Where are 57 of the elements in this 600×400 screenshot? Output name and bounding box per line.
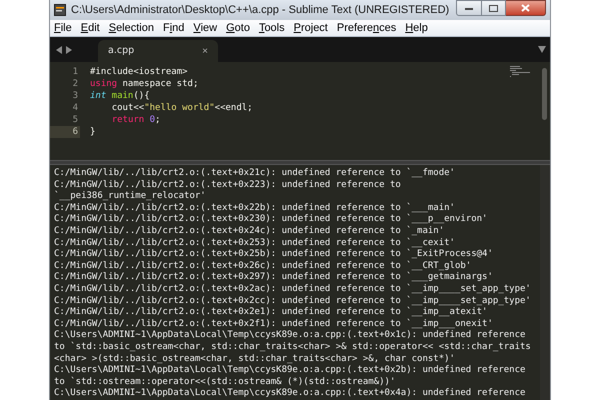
- output-line: C:/MinGW/lib/../lib/crt2.o:(.text+0x230): undefined reference to `___p__environ': [54, 214, 488, 226]
- menu-item[interactable]: Tools: [258, 20, 285, 36]
- output-line: C:/MinGW/lib/../lib/crt2.o:(.text+0x22b): undefined reference to `___main': [54, 202, 456, 214]
- dropdown-icon[interactable]: [538, 46, 546, 53]
- output-line: C:/MinGW/lib/../lib/crt2.o:(.text+0x26c): undefined reference to `__CRT_glob': [54, 260, 472, 272]
- line-number: 2: [72, 78, 79, 90]
- maximize-icon: [489, 4, 498, 12]
- minimize-button[interactable]: [456, 0, 482, 16]
- menu-item[interactable]: Project: [294, 20, 328, 36]
- output-line: `__pei386_runtime_relocator': [54, 191, 207, 203]
- tab-close-button[interactable]: ×: [202, 44, 208, 58]
- output-line: C:/MinGW/lib/../lib/crt2.o:(.text+0x223): undefined reference to: [54, 180, 402, 190]
- code-line: int main(){: [90, 90, 151, 102]
- scrollbar-thumb[interactable]: [542, 68, 547, 120]
- line-number: 1: [72, 66, 79, 78]
- menu-item[interactable]: Help: [405, 20, 428, 36]
- code-line: return 0;: [110, 114, 162, 126]
- previous-tab-icon[interactable]: [56, 46, 62, 54]
- menu-item[interactable]: Preferences: [336, 20, 396, 36]
- line-number: 4: [72, 102, 79, 114]
- line-number: 3: [72, 90, 79, 102]
- output-line: C:/MinGW/lib/../lib/crt2.o:(.text+0x297): undefined reference to `___getmainargs': [54, 272, 494, 284]
- output-line: <char> >(std::basic_ostream<char, std::char_traits<char> >&, char const*)': [54, 354, 456, 365]
- output-line: C:\Users\ADMINI~1\AppData\Local\Temp\ccysK89e.o:a.cpp:(.text+0x2b): undefined reference: [54, 365, 526, 376]
- app-icon: [54, 4, 66, 16]
- output-line: C:/MinGW/lib/../lib/crt2.o:(.text+0x2e1): undefined reference to `__imp__atexit': [54, 307, 488, 318]
- code-line: #include<iostream>: [90, 66, 189, 78]
- file-tab[interactable]: a.cpp ×: [98, 40, 218, 62]
- output-line: to `std::basic_ostream<char, std::char_traits<char> >& std::operator<< <std::char_traits: [54, 342, 532, 354]
- menu-item[interactable]: File: [54, 20, 72, 36]
- minimap-drawing: [510, 66, 532, 78]
- output-line: C:/MinGW/lib/../lib/crt2.o:(.text+0x253): undefined reference to `__cexit': [54, 238, 456, 248]
- output-line: C:/MinGW/lib/../lib/crt2.o:(.text+0x2ac): undefined reference to `__imp____set_app_type': [54, 284, 532, 296]
- output-line: C:\Users\ADMINI~1\AppData\Local\Temp\ccysK89e.o:a.cpp:(.text+0x1c): undefined reference: [54, 330, 526, 342]
- output-line: C:/MinGW/lib/../lib/crt2.o:(.text+0x25b): undefined reference to `_ExitProcess@4': [54, 249, 494, 260]
- window-title: C:\Users\Administrator\Desktop\C++\a.cpp - Sublime Text (UNREGISTERED): [71, 2, 450, 18]
- menu-item[interactable]: View: [193, 20, 218, 36]
- output-line: to `std::ostream::operator<<(std::ostream& (*)(std::ostream&))': [54, 376, 396, 388]
- next-tab-icon[interactable]: [66, 46, 72, 54]
- menu-item[interactable]: Selection: [108, 20, 154, 36]
- output-line: C:/MinGW/lib/../lib/crt2.o:(.text+0x21c): undefined reference to `__fmode': [54, 168, 456, 180]
- close-button[interactable]: [506, 0, 546, 16]
- output-line: C:/MinGW/lib/../lib/crt2.o:(.text+0x24c): undefined reference to `_main': [54, 226, 446, 238]
- close-icon: [521, 4, 530, 12]
- minimize-icon: [465, 6, 473, 10]
- output-line: C:/MinGW/lib/../lib/crt2.o:(.text+0x2f1): undefined reference to `__imp___onexit': [54, 318, 494, 330]
- menu-item[interactable]: Find: [162, 20, 184, 36]
- line-number: 5: [72, 114, 79, 126]
- output-line: C:/MinGW/lib/../lib/crt2.o:(.text+0x2cc): undefined reference to `__imp____set_app_type': [54, 296, 532, 306]
- maximize-button[interactable]: [482, 0, 506, 16]
- line-number: 6: [50, 126, 80, 138]
- menu-item[interactable]: Edit: [80, 20, 100, 36]
- menu-item[interactable]: Goto: [226, 20, 250, 36]
- output-line: C:\Users\ADMINI~1\AppData\Local\Temp\ccysK89e.o:a.cpp:(.text+0x4a): undefined reference: [54, 388, 526, 400]
- code-line: }: [90, 126, 96, 138]
- code-line: cout<<"hello world"<<endl;: [110, 102, 253, 114]
- code-line: using namespace std;: [90, 78, 200, 90]
